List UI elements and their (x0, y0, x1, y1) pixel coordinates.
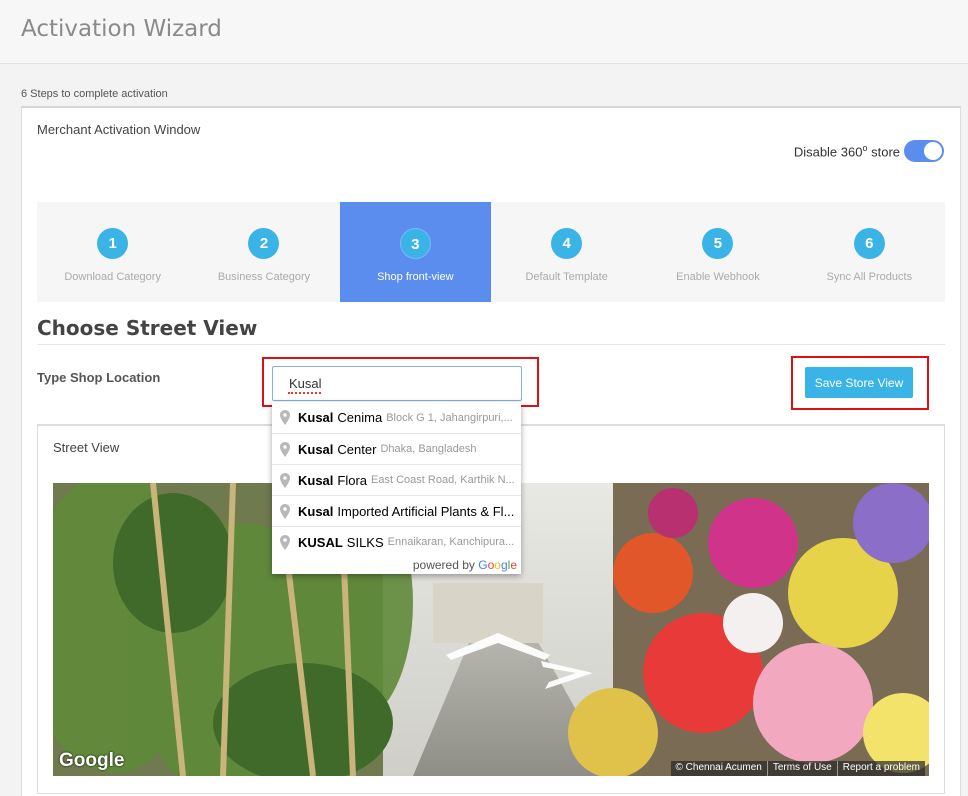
suggestion-item[interactable]: KUSAL SILKS Ennaikaran, Kanchipura... (272, 526, 521, 557)
map-pin-icon (278, 472, 292, 488)
step-number: 5 (702, 228, 734, 259)
street-view-title: Street View (53, 440, 120, 455)
map-pin-icon (278, 441, 292, 457)
terms-of-use-link[interactable]: Terms of Use (766, 761, 837, 776)
suggestion-item[interactable]: Kusal Imported Artificial Plants & Fl... (272, 495, 521, 526)
shop-location-label: Type Shop Location (37, 370, 161, 385)
shop-location-input[interactable] (272, 366, 522, 401)
step-number: 6 (853, 228, 885, 259)
suggestion-item[interactable]: Kusal Flora East Coast Road, Karthik N... (272, 464, 521, 495)
map-pin-icon (278, 534, 292, 550)
step-label: Shop front-view (377, 271, 454, 283)
step-label: Download Category (64, 271, 161, 283)
page-header: Activation Wizard (0, 0, 968, 64)
powered-by-google: powered by Google (412, 558, 517, 572)
step-default-template[interactable]: 4 Default Template (491, 202, 642, 302)
autocomplete-dropdown: Kusal Cenima Block G 1, Jahangirpuri,... K… (272, 402, 521, 574)
step-number: 4 (551, 228, 583, 259)
google-logo: Google (59, 750, 125, 771)
step-label: Enable Webhook (676, 271, 760, 283)
step-business-category[interactable]: 2 Business Category (188, 202, 339, 302)
step-label: Default Template (525, 271, 608, 283)
page-title: Activation Wizard (21, 16, 222, 42)
steps-caption: 6 Steps to complete activation (21, 88, 168, 100)
save-store-view-button[interactable]: Save Store View (805, 367, 913, 398)
step-number: 2 (248, 228, 280, 259)
section-title: Choose Street View (37, 316, 258, 340)
step-download-category[interactable]: 1 Download Category (37, 202, 188, 302)
toggle-label: Disable 360o store (793, 142, 900, 160)
card-title: Merchant Activation Window (37, 122, 201, 137)
map-pin-icon (278, 503, 292, 519)
step-number: 3 (399, 228, 431, 259)
step-sync-all-products[interactable]: 6 Sync All Products (794, 202, 945, 302)
spellcheck-underline (288, 391, 321, 394)
step-label: Business Category (217, 271, 311, 283)
step-shop-front-view[interactable]: 3 Shop front-view (339, 202, 491, 302)
disable-360-toggle-group: Disable 360o store (794, 140, 944, 162)
copyright-text: © Chennai Acumen (675, 762, 762, 773)
wizard-stepper: 1 Download Category 2 Business Category … (37, 202, 945, 302)
disable-360-toggle[interactable] (904, 140, 944, 162)
section-divider (37, 344, 945, 345)
toggle-knob (924, 142, 942, 160)
map-attribution: © Chennai Acumen Terms of Use Report a p… (670, 761, 925, 776)
report-problem-link[interactable]: Report a problem (836, 761, 925, 776)
map-pin-icon (278, 410, 292, 425)
step-number: 1 (97, 228, 129, 259)
step-label: Sync All Products (826, 271, 913, 283)
step-enable-webhook[interactable]: 5 Enable Webhook (642, 202, 793, 302)
suggestion-item[interactable]: Kusal Center Dhaka, Bangladesh (272, 433, 521, 464)
suggestion-item[interactable]: Kusal Cenima Block G 1, Jahangirpuri,... (272, 402, 521, 433)
google-wordmark: Google (478, 558, 517, 572)
